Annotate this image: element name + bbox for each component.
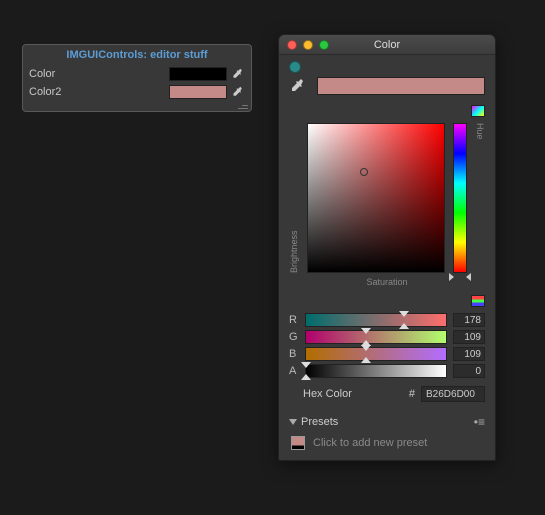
slider-mode-toggle[interactable]	[471, 295, 485, 307]
inspector-title: IMGUIControls: editor stuff	[23, 45, 251, 65]
r-slider[interactable]	[305, 313, 447, 327]
saturation-brightness-field[interactable]	[307, 123, 445, 273]
r-value-input[interactable]: 178	[453, 313, 485, 327]
window-titlebar[interactable]: Color	[279, 35, 495, 55]
hash-icon: #	[409, 388, 415, 400]
hue-axis-label: Hue	[475, 123, 485, 273]
resize-grip-icon[interactable]	[238, 103, 248, 109]
color-swatch[interactable]	[169, 67, 227, 81]
preset-swatch[interactable]	[291, 436, 305, 450]
g-slider[interactable]	[305, 330, 447, 344]
g-value-input[interactable]: 109	[453, 330, 485, 344]
slider-row-r: R 178	[289, 313, 485, 327]
add-preset-hint[interactable]: Click to add new preset	[313, 437, 427, 449]
inspector-panel: IMGUIControls: editor stuff Color Color2	[22, 44, 252, 112]
a-slider[interactable]	[305, 364, 447, 378]
slider-row-b: B 109	[289, 347, 485, 361]
presets-header[interactable]: Presets	[301, 416, 470, 428]
slider-label: B	[289, 348, 299, 360]
hex-input[interactable]: B26D6D00	[421, 386, 485, 402]
sv-cursor-icon[interactable]	[360, 168, 368, 176]
inspector-row-color2: Color2	[23, 83, 251, 101]
current-color-bar[interactable]	[317, 77, 485, 95]
picker-mode-toggle[interactable]	[471, 105, 485, 117]
slider-label: A	[289, 365, 299, 377]
original-color-dot[interactable]	[289, 61, 301, 73]
foldout-icon[interactable]	[289, 419, 297, 425]
hue-slider[interactable]	[453, 123, 467, 273]
slider-label: R	[289, 314, 299, 326]
eyedropper-icon[interactable]	[231, 85, 245, 99]
presets-menu-icon[interactable]: •≡	[474, 418, 485, 426]
color-picker-window: Color Brightness Hue Saturation	[278, 34, 496, 461]
field-label: Color2	[29, 86, 169, 98]
inspector-row-color: Color	[23, 65, 251, 83]
window-title: Color	[279, 39, 495, 51]
b-slider[interactable]	[305, 347, 447, 361]
slider-row-g: G 109	[289, 330, 485, 344]
a-value-input[interactable]: 0	[453, 364, 485, 378]
eyedropper-icon[interactable]	[231, 67, 245, 81]
field-label: Color	[29, 68, 169, 80]
slider-row-a: A 0	[289, 364, 485, 378]
brightness-axis-label: Brightness	[289, 123, 299, 273]
saturation-axis-label: Saturation	[289, 277, 485, 287]
slider-label: G	[289, 331, 299, 343]
color-swatch[interactable]	[169, 85, 227, 99]
eyedropper-button[interactable]	[289, 77, 307, 95]
hex-label: Hex Color	[289, 388, 403, 400]
b-value-input[interactable]: 109	[453, 347, 485, 361]
